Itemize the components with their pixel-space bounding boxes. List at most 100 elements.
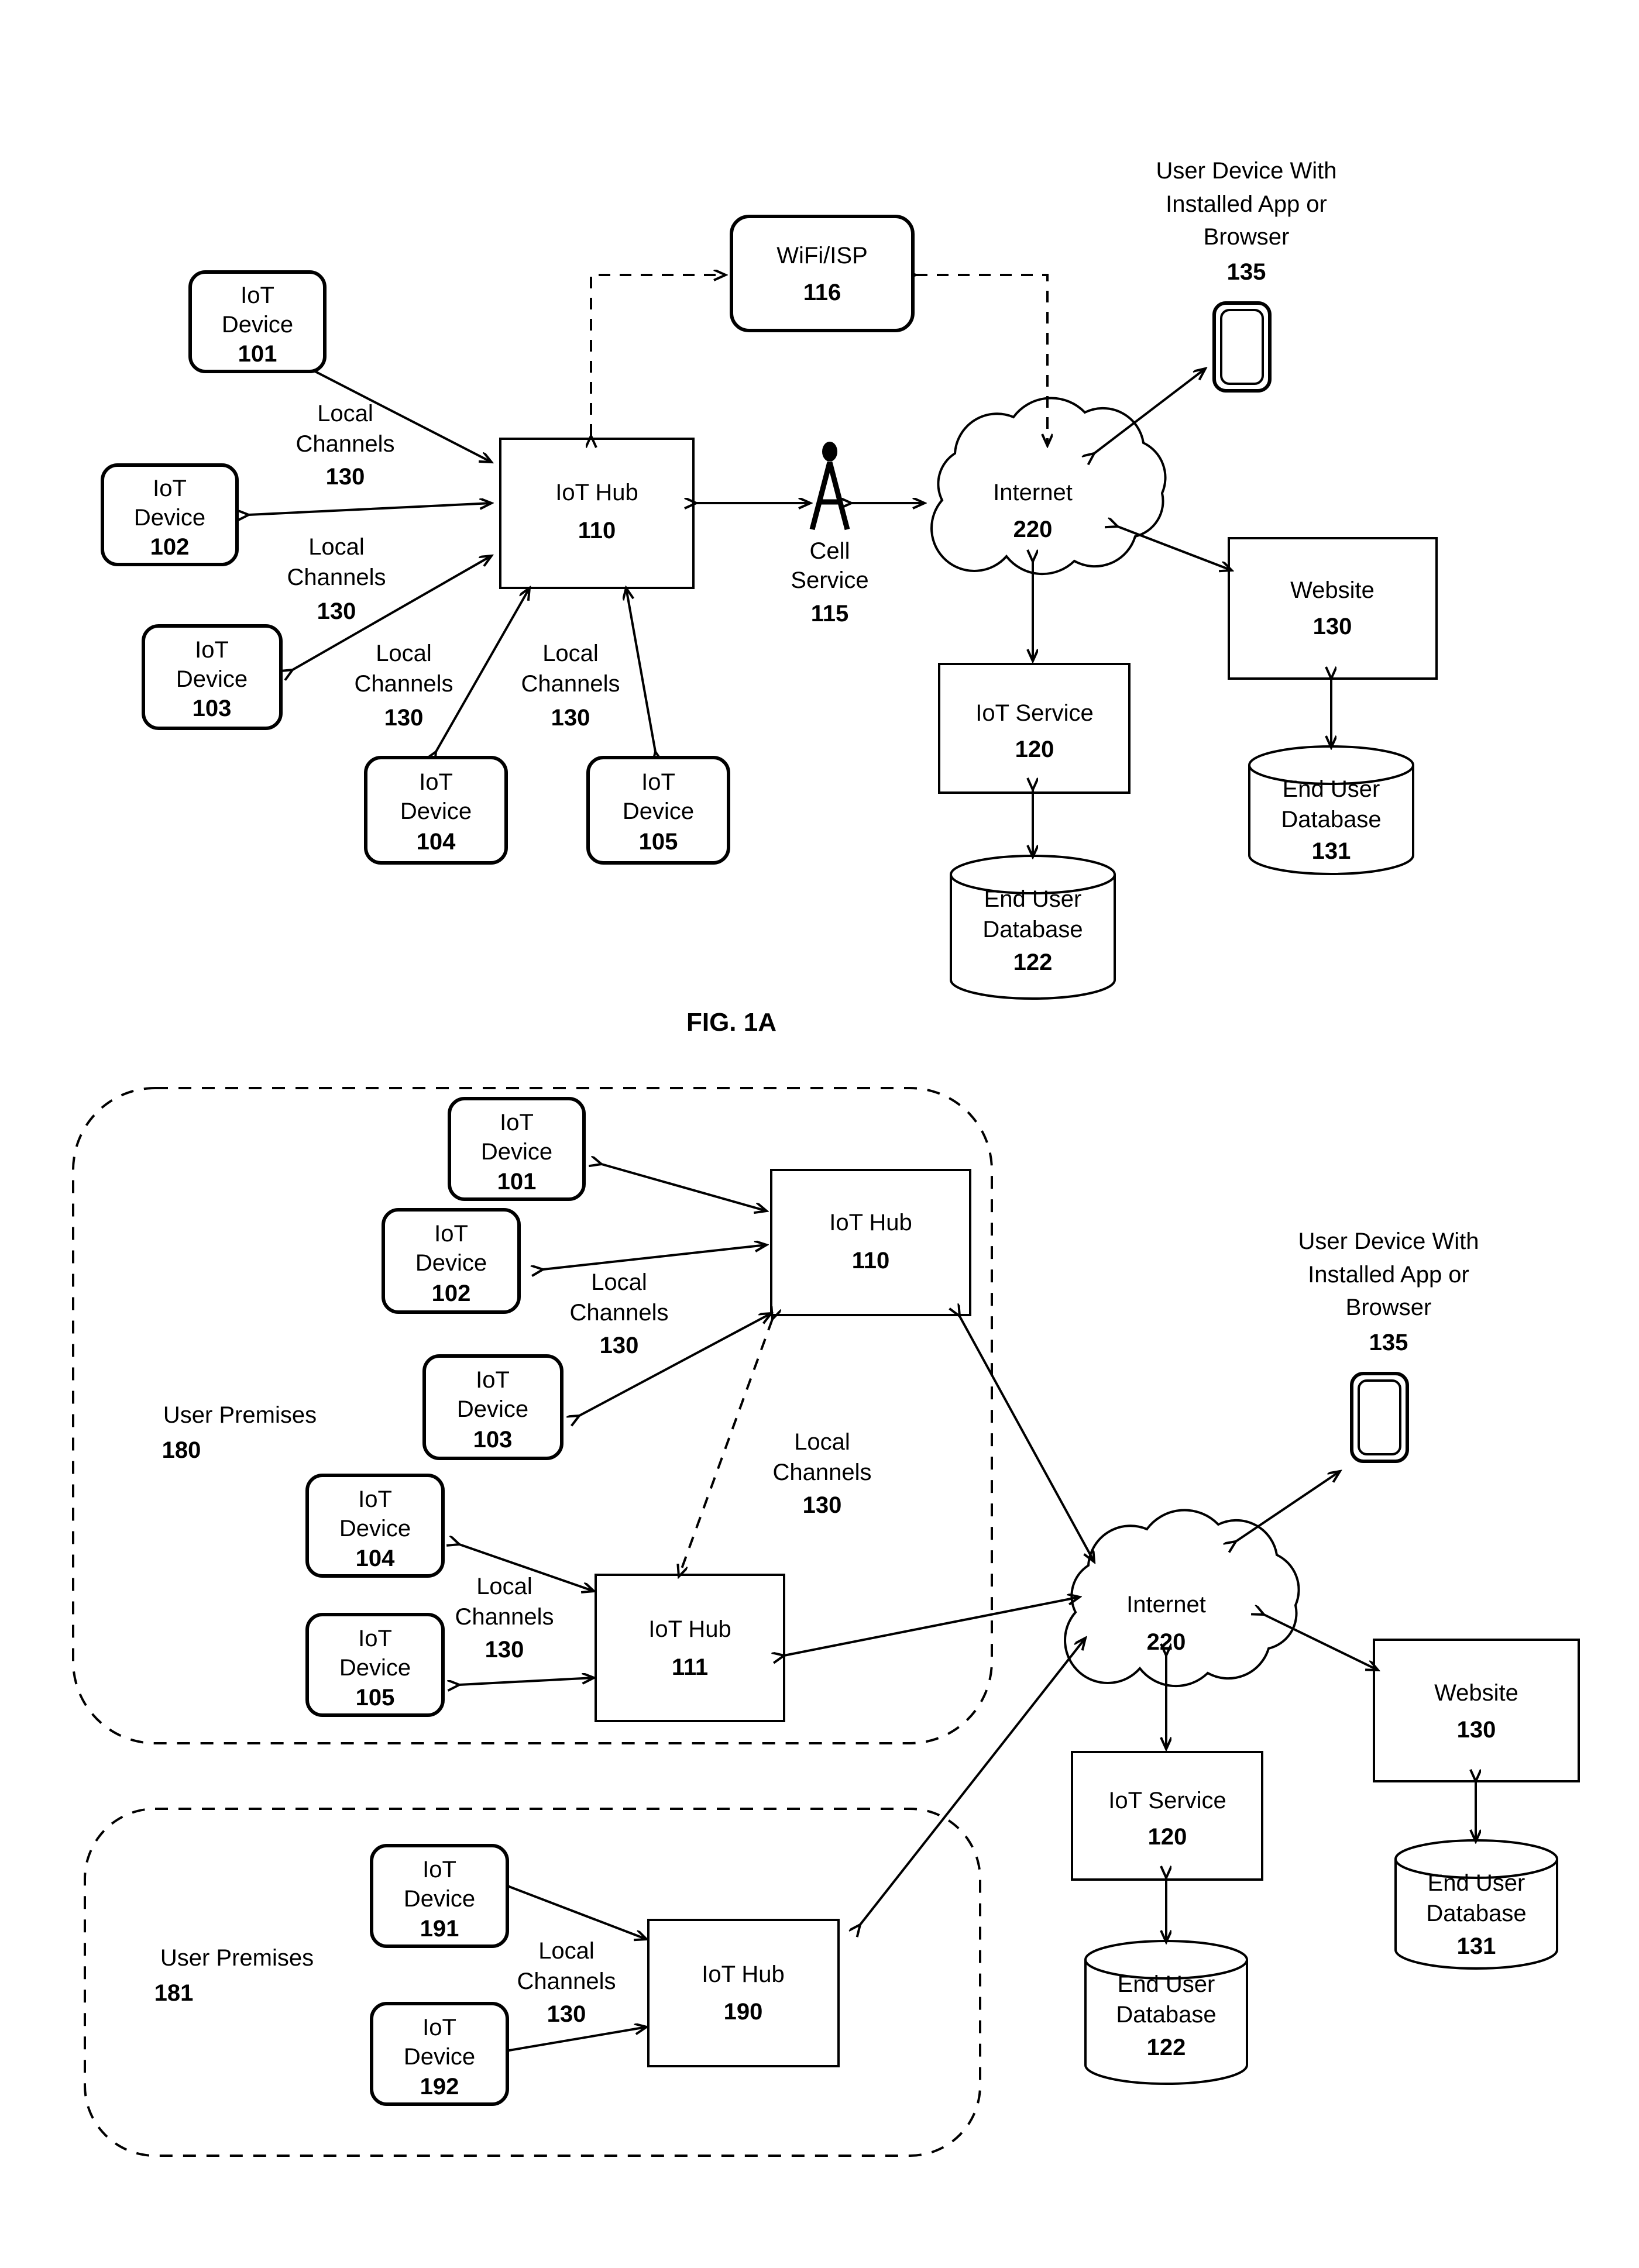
iot-device-101-line1: IoT [240, 283, 274, 308]
connector-b-102-hub110 [543, 1245, 767, 1269]
end-user-database-131-bottom[interactable]: End User Database 131 [1394, 1839, 1558, 1970]
b-iot-device-191-line1: IoT [422, 1857, 456, 1882]
user-device-135-num: 135 [1227, 259, 1266, 285]
end-user-database-122-num: 122 [1013, 949, 1053, 975]
b-iot-device-103-line2: Device [457, 1396, 528, 1422]
iot-device-103-bottom[interactable]: IoT Device 103 [422, 1354, 563, 1460]
iot-hub-110-label: IoT Hub [555, 480, 638, 505]
svg-text:130: 130 [551, 705, 590, 731]
user-device-135-top[interactable]: User Device With Installed App or Browse… [1156, 158, 1337, 393]
connector-internet220-userdevice135 [1094, 369, 1205, 453]
iot-service-120-num: 120 [1015, 737, 1054, 762]
iot-device-191-bottom[interactable]: IoT Device 191 [370, 1844, 509, 1948]
b-edge-label-lc-b: Local Channels 130 [772, 1429, 871, 1518]
svg-text:130: 130 [317, 598, 356, 624]
svg-text:Local: Local [794, 1429, 850, 1455]
connector-102-hub110 [249, 503, 492, 515]
b-iot-device-101-line2: Device [481, 1139, 552, 1165]
wifi-isp-116-top[interactable]: WiFi/ISP 116 [730, 215, 915, 332]
b-user-device-135-line1: User Device With [1298, 1228, 1479, 1254]
website-130-label: Website [1290, 577, 1375, 603]
end-user-database-122-line2: Database [982, 917, 1083, 942]
iot-device-101-top[interactable]: IoT Device 101 [188, 270, 327, 373]
website-130-bottom[interactable]: Website 130 [1373, 1639, 1580, 1782]
wifi-isp-116-label: WiFi/ISP [776, 243, 868, 269]
edge-label-lc-105: Local Channels 130 [521, 641, 620, 731]
b-end-user-database-131-line2: Database [1426, 1901, 1526, 1926]
iot-device-105-num: 105 [639, 829, 678, 855]
connector-b-hub110-internet220 [960, 1316, 1094, 1562]
phone-icon [1350, 1372, 1409, 1463]
iot-device-105-top[interactable]: IoT Device 105 [586, 756, 730, 865]
svg-text:FIG. 1A: FIG. 1A [686, 1008, 776, 1037]
b-iot-device-191-line2: Device [404, 1886, 475, 1912]
b-end-user-database-122-num: 122 [1147, 2035, 1186, 2060]
iot-device-103-num: 103 [193, 696, 232, 721]
b-end-user-database-122-line1: End User [1118, 1971, 1215, 1997]
end-user-database-122-line1: End User [984, 886, 1082, 912]
svg-text:Local: Local [308, 534, 365, 560]
user-device-135-bottom[interactable]: User Device With Installed App or Browse… [1298, 1228, 1479, 1463]
iot-device-102-top[interactable]: IoT Device 102 [101, 463, 239, 566]
b-iot-device-102-line2: Device [415, 1250, 487, 1276]
end-user-database-131-line1: End User [1283, 776, 1380, 802]
iot-device-103-top[interactable]: IoT Device 103 [142, 624, 283, 730]
connector-internet220-website130 [1118, 526, 1232, 570]
end-user-database-131-top[interactable]: End User Database 131 [1248, 745, 1414, 875]
b-iot-hub-110-num: 110 [852, 1248, 890, 1274]
iot-service-120-bottom[interactable]: IoT Service 120 [1071, 1751, 1263, 1881]
iot-device-101-bottom[interactable]: IoT Device 101 [448, 1097, 586, 1201]
svg-text:Channels: Channels [354, 671, 453, 697]
b-website-130-label: Website [1434, 1680, 1518, 1706]
edge-label-lc-101: Local Channels 130 [295, 401, 394, 490]
b-iot-device-104-num: 104 [356, 1546, 395, 1571]
iot-device-103-line1: IoT [195, 637, 229, 663]
iot-hub-190-bottom[interactable]: IoT Hub 190 [647, 1919, 840, 2067]
b-iot-hub-110-label: IoT Hub [829, 1210, 912, 1235]
diagram-canvas: IoT Device 101 IoT Device 102 IoT Device… [72, 158, 1580, 2157]
website-130-top[interactable]: Website 130 [1228, 537, 1438, 680]
b-iot-device-103-line1: IoT [476, 1367, 510, 1393]
end-user-database-131-line2: Database [1281, 807, 1381, 832]
svg-text:Local: Local [542, 641, 599, 666]
svg-text:Local: Local [476, 1574, 532, 1599]
iot-device-192-bottom[interactable]: IoT Device 192 [370, 2002, 509, 2106]
b-end-user-database-131-num: 131 [1457, 1933, 1496, 1959]
iot-device-105-line1: IoT [641, 769, 675, 795]
user-premises-181-label: User Premises [160, 1945, 314, 1971]
svg-text:Channels: Channels [295, 431, 394, 457]
b-iot-device-104-line1: IoT [358, 1486, 392, 1512]
internet-220-bottom[interactable]: Internet 220 [1064, 1509, 1300, 1688]
cell-service-115-num: 115 [811, 601, 849, 627]
iot-hub-110-top[interactable]: IoT Hub 110 [499, 438, 695, 589]
svg-text:130: 130 [326, 464, 365, 490]
end-user-database-131-num: 131 [1312, 838, 1351, 864]
end-user-database-122-top[interactable]: End User Database 122 [950, 855, 1116, 1000]
b-iot-device-103-num: 103 [473, 1427, 513, 1453]
iot-device-101-line2: Device [222, 312, 293, 338]
iot-hub-110-bottom[interactable]: IoT Hub 110 [770, 1169, 971, 1316]
b-iot-device-105-num: 105 [356, 1685, 395, 1711]
iot-device-102-bottom[interactable]: IoT Device 102 [382, 1208, 521, 1314]
cell-service-115-line1: Cell [810, 538, 850, 564]
iot-service-120-top[interactable]: IoT Service 120 [938, 663, 1131, 794]
wifi-isp-116-num: 116 [803, 280, 841, 305]
b-internet-220-label: Internet [1126, 1592, 1206, 1617]
edge-label-lc-104: Local Channels 130 [354, 641, 453, 731]
iot-device-104-bottom[interactable]: IoT Device 104 [305, 1474, 445, 1578]
cell-service-115-top[interactable]: Cell Service 115 [791, 442, 869, 627]
b-iot-device-105-line1: IoT [358, 1626, 392, 1651]
iot-hub-110-num: 110 [578, 518, 616, 543]
svg-text:Channels: Channels [517, 1968, 616, 1994]
svg-text:130: 130 [600, 1333, 639, 1358]
iot-device-105-bottom[interactable]: IoT Device 105 [305, 1613, 445, 1717]
b-user-device-135-line3: Browser [1346, 1295, 1432, 1320]
user-device-135-line2: Installed App or [1166, 191, 1327, 217]
iot-hub-111-bottom[interactable]: IoT Hub 111 [595, 1574, 785, 1722]
end-user-database-122-bottom[interactable]: End User Database 122 [1084, 1940, 1248, 2085]
edge-label-lc-102: Local Channels 130 [287, 534, 386, 624]
svg-text:130: 130 [384, 705, 424, 731]
iot-device-104-top[interactable]: IoT Device 104 [364, 756, 508, 865]
b-iot-device-105-line2: Device [339, 1655, 411, 1681]
b-iot-service-120-num: 120 [1148, 1824, 1187, 1850]
